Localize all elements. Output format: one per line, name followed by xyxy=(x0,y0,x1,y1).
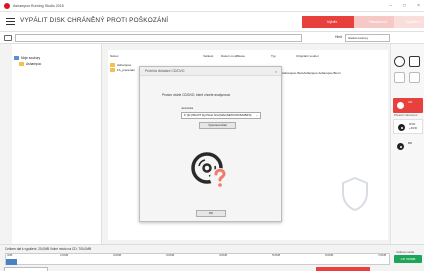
eject-button[interactable]: Vysunout disk xyxy=(199,122,236,129)
title-bar: Ashampoo Burning Studio 2016 – □ × xyxy=(0,0,424,12)
app-logo-icon xyxy=(4,2,10,9)
file-original: Ashampoo files\Ashampoo Ashampoo Burni xyxy=(282,71,341,75)
capacity-tick-label: 700MB xyxy=(378,254,387,257)
disc-question-icon xyxy=(191,152,230,188)
tile-label: DVD +DVD xyxy=(409,122,418,130)
folder-icon xyxy=(110,63,115,67)
disc-icon xyxy=(398,124,405,131)
header: VYPÁLIT DISK CHRÁNĚNÝ PROTI POŠKOZÁNÍ Vý… xyxy=(0,12,424,32)
folder-icon xyxy=(19,62,24,66)
disc-icon xyxy=(397,143,404,150)
dialog-title: Probíhá vkládání CD/DVD xyxy=(140,67,281,76)
capacity-tick-label: 400MB xyxy=(219,254,228,257)
wizard-steps: Výběr Nastavení Vypálení xyxy=(302,16,424,28)
tree-item-ashampoo[interactable]: Ashampoo xyxy=(19,62,41,66)
drive-select-value: F: [E:] BD-RT Rychlost N/A [MAGNETKDR BA… xyxy=(184,113,252,117)
capacity-panel: Celkem dat k vypálení: 20,0MB Volné míst… xyxy=(0,244,424,271)
page-title: VYPÁLIT DISK CHRÁNĚNÝ PROTI POŠKOZÁNÍ xyxy=(20,17,169,24)
maximize-icon[interactable]: □ xyxy=(403,2,406,10)
next-button[interactable] xyxy=(316,267,370,271)
tile-label: CD xyxy=(408,100,413,104)
capacity-fill xyxy=(6,259,17,265)
capacity-tick-label: 500MB xyxy=(272,254,281,257)
drive-label: Jednotka xyxy=(181,106,194,110)
disc-icon xyxy=(397,102,404,109)
step-burn[interactable]: Vypálení xyxy=(394,16,424,28)
right-toolbar: CD DVD +DVD BD xyxy=(390,44,424,244)
tree-item-my-files[interactable]: Moje soubory xyxy=(14,56,40,60)
tree-item-label: Moje soubory xyxy=(21,56,41,60)
properties-button[interactable] xyxy=(409,72,420,83)
shield-icon xyxy=(342,176,368,212)
disc-type-bd[interactable]: BD xyxy=(393,139,423,154)
step-settings[interactable]: Nastavení xyxy=(354,16,394,28)
capacity-tick-label: 100MB xyxy=(60,254,69,257)
dialog-message: Prosím vložte CD/DVD, které chcete analy… xyxy=(162,93,231,97)
delete-button[interactable] xyxy=(394,72,405,83)
disc-info-button[interactable] xyxy=(394,56,405,67)
folder-tree: Moje soubory Ashampoo xyxy=(12,44,102,244)
search-label: Hled xyxy=(335,35,342,39)
search-input[interactable]: Hledat soubory xyxy=(345,34,390,42)
ok-button[interactable]: OK xyxy=(196,210,226,217)
window-title: Ashampoo Burning Studio 2016 xyxy=(13,3,64,8)
capacity-tick-label: 0MB xyxy=(7,254,13,257)
chevron-down-icon: ⌄ xyxy=(255,113,258,117)
column-original[interactable]: Originální soubor xyxy=(296,54,319,58)
media-size-button[interactable]: CD 700MB xyxy=(394,255,422,263)
column-size[interactable]: Velikost xyxy=(203,54,213,58)
list-item[interactable]: 1A_prerezani xyxy=(110,68,135,72)
status-text: Celkem dat k vypálení: 20,0MB Volné míst… xyxy=(5,247,92,251)
list-item[interactable]: Ashampoo xyxy=(110,63,131,67)
file-name: 1A_prerezani xyxy=(117,68,135,72)
minimize-icon[interactable]: – xyxy=(389,2,392,10)
column-date[interactable]: Datum modifikace xyxy=(221,54,245,58)
capacity-tick-label: 200MB xyxy=(113,254,122,257)
window-controls: – □ × xyxy=(389,2,420,10)
tile-label: BD xyxy=(408,141,413,145)
step-selection[interactable]: Výběr xyxy=(302,16,354,28)
close-icon[interactable]: × xyxy=(417,2,420,10)
computer-icon xyxy=(14,56,19,60)
folder-icon xyxy=(110,68,115,72)
capacity-tick-label: 600MB xyxy=(325,254,334,257)
path-bar: Hled Hledat soubory xyxy=(0,32,424,44)
file-name: Ashampoo xyxy=(117,63,132,67)
disc-type-dvd[interactable]: DVD +DVD xyxy=(393,119,423,134)
menu-icon[interactable] xyxy=(6,18,15,25)
section-label: Přesah zobrazení xyxy=(394,113,418,117)
disc-type-cd[interactable]: CD xyxy=(393,98,423,113)
column-name[interactable]: Název xyxy=(110,54,119,58)
capacity-tick-label: 300MB xyxy=(166,254,175,257)
tree-item-label: Ashampoo xyxy=(26,62,42,66)
media-size-label: Velikost média xyxy=(396,250,415,254)
insert-disc-dialog: Probíhá vkládání CD/DVD × Prosím vložte … xyxy=(139,66,282,222)
view-button[interactable] xyxy=(409,56,420,67)
drive-icon[interactable] xyxy=(4,35,12,41)
drive-select[interactable]: F: [E:] BD-RT Rychlost N/A [MAGNETKDR BA… xyxy=(181,112,261,119)
capacity-bar: 0MB 100MB 200MB 300MB 400MB 500MB 600MB 700MB xyxy=(5,253,390,265)
back-button[interactable] xyxy=(4,267,48,271)
path-input[interactable] xyxy=(15,34,302,42)
column-type[interactable]: Typ xyxy=(271,54,276,58)
close-icon[interactable]: × xyxy=(275,67,277,76)
